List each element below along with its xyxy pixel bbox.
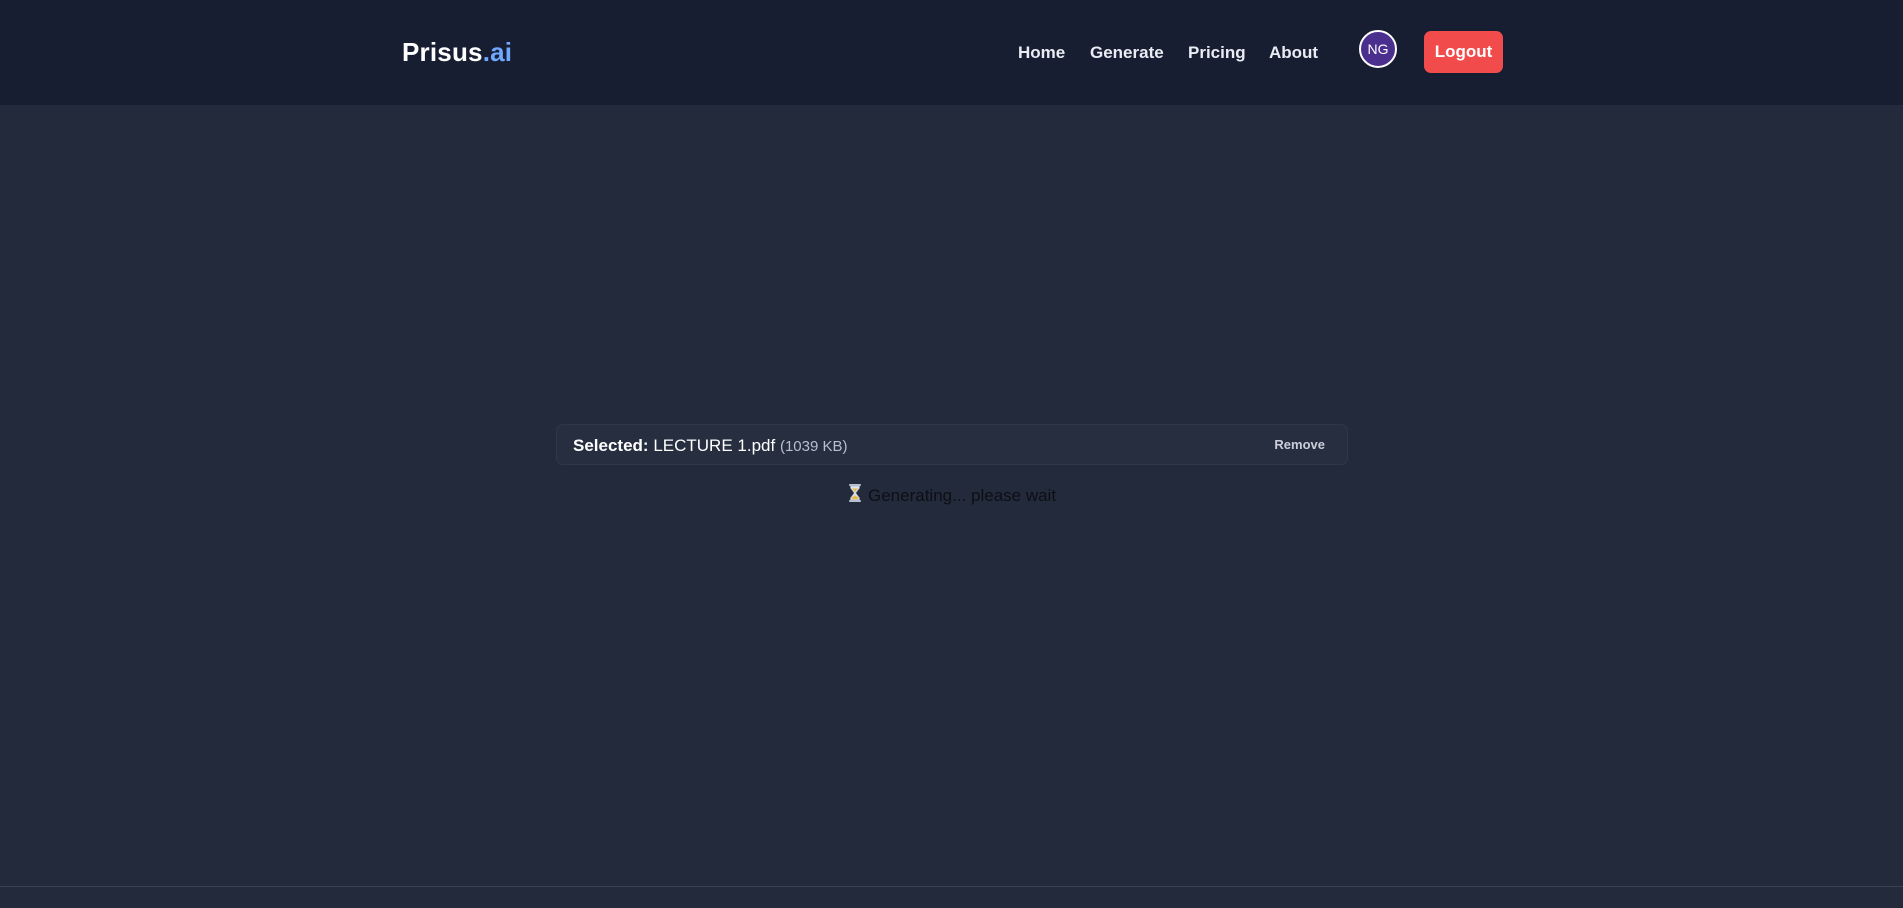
selected-file-name: LECTURE 1.pdf [653, 436, 776, 455]
selected-label: Selected: [573, 436, 649, 455]
brand-logo[interactable]: Prisus.ai [402, 36, 512, 68]
nav-link-pricing[interactable]: Pricing [1188, 42, 1246, 64]
selected-file-size: (1039 KB) [779, 438, 848, 455]
selected-file-info: Selected: LECTURE 1.pdf (1039 KB) [573, 436, 848, 457]
user-avatar[interactable]: NG [1359, 30, 1397, 68]
nav-link-generate[interactable]: Generate [1090, 42, 1164, 64]
logout-button[interactable]: Logout [1424, 31, 1503, 73]
generating-status-text: Generating... please wait [868, 486, 1057, 505]
nav-link-about[interactable]: About [1269, 42, 1318, 64]
footer-divider [0, 886, 1903, 887]
selected-file-card: Selected: LECTURE 1.pdf (1039 KB) Remove [556, 424, 1348, 465]
remove-file-button[interactable]: Remove [1274, 437, 1325, 452]
nav-link-home[interactable]: Home [1018, 42, 1065, 64]
hourglass-icon [848, 484, 862, 508]
generating-status: Generating... please wait [848, 484, 1056, 508]
brand-name-main: Prisus [402, 37, 483, 67]
brand-name-accent: .ai [482, 37, 513, 67]
top-navbar: Prisus.ai Home Generate Pricing About NG… [0, 0, 1903, 105]
